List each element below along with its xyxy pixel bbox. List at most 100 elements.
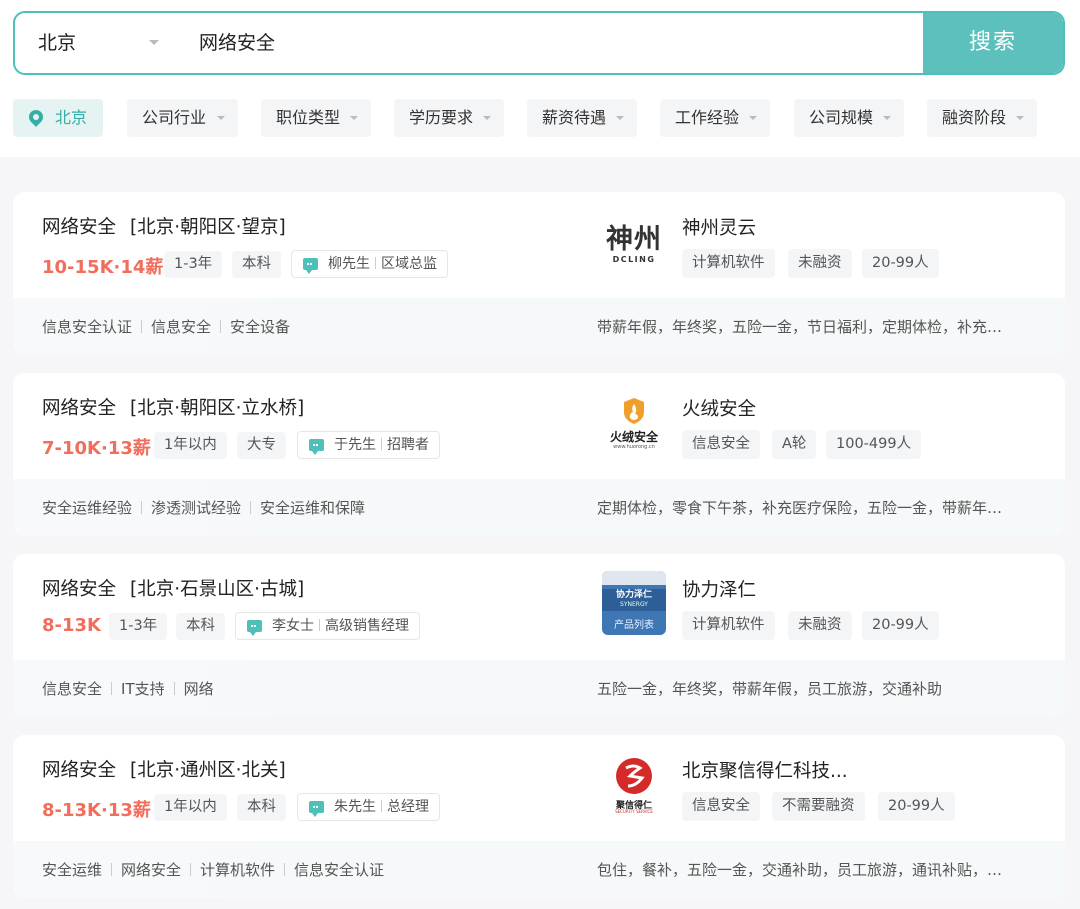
skill-tag: 信息安全认证 bbox=[294, 861, 385, 879]
job-card[interactable]: 网络安全 [北京·朝阳区·立水桥] 7-10K·13薪 1年以内 大专 于先生 招聘… bbox=[13, 373, 1065, 536]
company-tag: 未融资 bbox=[788, 611, 852, 640]
job-name: 网络安全 bbox=[42, 217, 117, 238]
job-salary: 8-13K bbox=[42, 615, 101, 636]
company-logo[interactable]: 火绒安全 www.huorong.cn bbox=[602, 390, 666, 454]
company-tag: 未融资 bbox=[788, 249, 852, 278]
recruiter-badge[interactable]: 柳先生 区域总监 bbox=[291, 250, 448, 278]
recruiter-name: 李女士 bbox=[272, 618, 314, 634]
job-title[interactable]: 网络安全 [北京·朝阳区·立水桥] bbox=[42, 394, 304, 420]
skill-tag: 渗透测试经验 bbox=[151, 499, 242, 517]
skill-tag: IT支持 bbox=[121, 680, 165, 698]
skill-tags: 安全运维经验 渗透测试经验 安全运维和保障 bbox=[42, 497, 365, 518]
company-tag: 20-99人 bbox=[862, 611, 939, 640]
location-pin-icon bbox=[26, 107, 46, 127]
skill-tag: 安全运维经验 bbox=[42, 499, 133, 517]
company-name[interactable]: 协力泽仁 bbox=[682, 576, 756, 602]
company-name[interactable]: 火绒安全 bbox=[682, 395, 756, 421]
city-selector[interactable]: 北京 bbox=[38, 13, 76, 73]
filter-label: 学历要求 bbox=[409, 108, 474, 127]
skill-tag: 网络 bbox=[183, 680, 214, 698]
chat-icon bbox=[309, 801, 324, 817]
company-name[interactable]: 神州灵云 bbox=[682, 214, 756, 240]
job-card[interactable]: 网络安全 [北京·通州区·北关] 8-13K·13薪 1年以内 本科 朱先生 总经理… bbox=[13, 735, 1065, 898]
job-title[interactable]: 网络安全 [北京·石景山区·古城] bbox=[42, 575, 304, 601]
experience-tag: 1-3年 bbox=[164, 251, 223, 278]
job-area: [北京·朝阳区·望京] bbox=[130, 217, 286, 238]
chevron-down-icon bbox=[616, 116, 624, 120]
filter-label: 公司规模 bbox=[809, 108, 874, 127]
job-card-primary: 网络安全 [北京·朝阳区·望京] 10-15K·14薪 1-3年 本科 柳先生 区域… bbox=[13, 192, 1065, 298]
recruiter-name: 朱先生 bbox=[334, 799, 376, 815]
recruiter-role: 总经理 bbox=[387, 799, 429, 815]
job-area: [北京·通州区·北关] bbox=[130, 760, 286, 781]
job-name: 网络安全 bbox=[42, 760, 117, 781]
filter-label: 职位类型 bbox=[276, 108, 341, 127]
chat-icon bbox=[309, 439, 324, 455]
education-tag: 本科 bbox=[237, 794, 286, 821]
job-card-primary: 网络安全 [北京·石景山区·古城] 8-13K 1-3年 本科 李女士 高级销售经理… bbox=[13, 554, 1065, 660]
recruiter-name: 于先生 bbox=[334, 437, 376, 453]
job-card[interactable]: 网络安全 [北京·朝阳区·望京] 10-15K·14薪 1-3年 本科 柳先生 区域… bbox=[13, 192, 1065, 355]
job-title[interactable]: 网络安全 [北京·朝阳区·望京] bbox=[42, 213, 286, 239]
search-input[interactable]: 网络安全 bbox=[199, 13, 275, 73]
filter-funding-stage[interactable]: 融资阶段 bbox=[927, 99, 1037, 137]
job-area: [北京·朝阳区·立水桥] bbox=[130, 398, 305, 419]
skill-tags: 安全运维 网络安全 计算机软件 信息安全认证 bbox=[42, 859, 384, 880]
skill-tag: 信息安全 bbox=[151, 318, 212, 336]
job-area: [北京·石景山区·古城] bbox=[130, 579, 305, 600]
chevron-down-icon bbox=[749, 116, 757, 120]
filter-label: 融资阶段 bbox=[942, 108, 1007, 127]
education-tag: 大专 bbox=[237, 432, 286, 459]
job-card-footer: 安全运维 网络安全 计算机软件 信息安全认证 包住，餐补，五险一金，交通补助，员工旅游… bbox=[13, 841, 1065, 898]
education-tag: 本科 bbox=[232, 251, 281, 278]
job-name: 网络安全 bbox=[42, 398, 117, 419]
job-title[interactable]: 网络安全 [北京·通州区·北关] bbox=[42, 756, 286, 782]
filter-experience[interactable]: 工作经验 bbox=[660, 99, 770, 137]
company-logo[interactable]: 聚信得仁 SECURITY SERVICE bbox=[602, 752, 666, 816]
recruiter-badge[interactable]: 李女士 高级销售经理 bbox=[235, 612, 420, 640]
filter-label: 工作经验 bbox=[675, 108, 740, 127]
company-logo[interactable]: 神州 DCLING bbox=[602, 209, 666, 273]
job-card[interactable]: 网络安全 [北京·石景山区·古城] 8-13K 1-3年 本科 李女士 高级销售经理… bbox=[13, 554, 1065, 717]
welfare-text: 定期体检，零食下午茶，补充医疗保险，五险一金，带薪年… bbox=[597, 499, 1003, 517]
filter-bar: 北京 公司行业 职位类型 学历要求 薪资待遇 工作经验 公司规模 融资阶段 bbox=[13, 99, 1073, 137]
company-tag: 信息安全 bbox=[682, 430, 760, 459]
chevron-down-icon bbox=[1016, 116, 1024, 120]
company-tag: A轮 bbox=[772, 430, 817, 459]
filter-job-type[interactable]: 职位类型 bbox=[261, 99, 371, 137]
filter-label: 薪资待遇 bbox=[542, 108, 607, 127]
recruiter-badge[interactable]: 于先生 招聘者 bbox=[297, 431, 440, 459]
skill-tag: 信息安全 bbox=[42, 680, 103, 698]
filter-industry[interactable]: 公司行业 bbox=[127, 99, 238, 137]
job-card-footer: 信息安全认证 信息安全 安全设备 带薪年假，年终奖，五险一金，节日福利，定期体检，补… bbox=[13, 298, 1065, 355]
job-salary: 10-15K·14薪 bbox=[42, 257, 164, 278]
skill-tag: 网络安全 bbox=[121, 861, 182, 879]
search-header: 北京 网络安全 搜索 北京 公司行业 职位类型 学历要求 薪资待遇 工作经验 公… bbox=[0, 0, 1080, 157]
job-salary: 8-13K·13薪 bbox=[42, 800, 151, 821]
chevron-down-icon[interactable] bbox=[149, 40, 159, 45]
recruiter-badge[interactable]: 朱先生 总经理 bbox=[297, 793, 440, 821]
welfare-text: 带薪年假，年终奖，五险一金，节日福利，定期体检，补充… bbox=[597, 318, 1003, 336]
job-card-footer: 安全运维经验 渗透测试经验 安全运维和保障 定期体检，零食下午茶，补充医疗保险，五险… bbox=[13, 479, 1065, 536]
search-button[interactable]: 搜索 bbox=[923, 13, 1063, 73]
filter-education[interactable]: 学历要求 bbox=[394, 99, 504, 137]
skill-tag: 计算机软件 bbox=[200, 861, 276, 879]
recruiter-role: 区域总监 bbox=[381, 256, 437, 272]
experience-tag: 1年以内 bbox=[154, 794, 227, 821]
company-tag: 20-99人 bbox=[878, 792, 955, 821]
filter-label: 北京 bbox=[55, 108, 88, 127]
chevron-down-icon bbox=[350, 116, 358, 120]
chat-icon bbox=[303, 258, 318, 274]
job-card-footer: 信息安全 IT支持 网络 五险一金，年终奖，带薪年假，员工旅游，交通补助 bbox=[13, 660, 1065, 717]
company-logo[interactable]: 协力泽仁 SYNERGY 产品列表 bbox=[602, 571, 666, 635]
recruiter-role: 高级销售经理 bbox=[325, 618, 409, 634]
recruiter-role: 招聘者 bbox=[387, 437, 429, 453]
filter-location[interactable]: 北京 bbox=[13, 99, 103, 137]
company-tag: 信息安全 bbox=[682, 792, 760, 821]
filter-company-size[interactable]: 公司规模 bbox=[794, 99, 904, 137]
filter-salary[interactable]: 薪资待遇 bbox=[527, 99, 637, 137]
education-tag: 本科 bbox=[176, 613, 225, 640]
company-name[interactable]: 北京聚信得仁科技... bbox=[682, 757, 848, 783]
skill-tags: 信息安全认证 信息安全 安全设备 bbox=[42, 316, 290, 337]
company-tag: 不需要融资 bbox=[772, 792, 865, 821]
